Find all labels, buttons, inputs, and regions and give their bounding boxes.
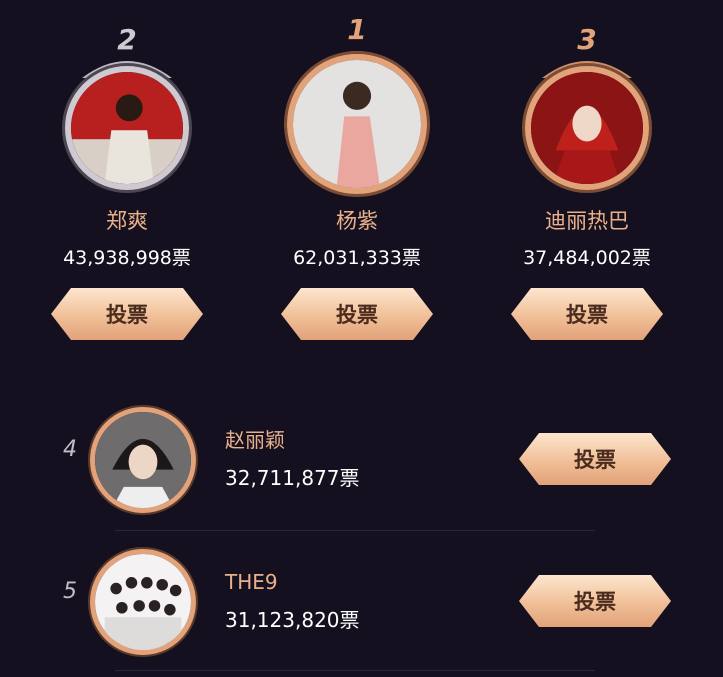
candidate-name: 赵丽颖 xyxy=(225,428,285,452)
row-divider xyxy=(115,530,595,531)
vote-count: 43,938,998票 xyxy=(63,247,191,269)
avatar[interactable] xyxy=(287,54,427,194)
avatar-photo xyxy=(293,60,421,188)
avatar[interactable] xyxy=(90,549,196,655)
candidate-name: 迪丽热巴 xyxy=(545,209,629,233)
ranking-row-5: 5 THE9 31,123,820票 投票 xyxy=(0,537,723,667)
rank-1-card: 1 杨紫 62,031,333票 投票 xyxy=(257,0,457,360)
avatar-photo xyxy=(71,72,183,184)
candidate-name: 杨紫 xyxy=(336,209,378,233)
vote-button[interactable]: 投票 xyxy=(51,288,203,340)
vote-button[interactable]: 投票 xyxy=(519,575,671,627)
rank-number: 5 xyxy=(63,579,77,604)
rank-2-card: 2 郑爽 43,938,998票 投票 xyxy=(27,0,227,360)
ranking-row-4: 4 赵丽颖 32,711,877票 投票 xyxy=(0,395,723,525)
vote-count: 62,031,333票 xyxy=(293,247,421,269)
avatar-photo xyxy=(531,72,643,184)
vote-button[interactable]: 投票 xyxy=(519,433,671,485)
top-three-podium: 2 郑爽 43,938,998票 投票 1 杨紫 62,031,333票 投票 … xyxy=(0,0,723,360)
rank-3-card: 3 迪丽热巴 37,484,002票 投票 xyxy=(487,0,687,360)
vote-count: 31,123,820票 xyxy=(225,608,360,632)
avatar-photo xyxy=(95,412,191,508)
vote-count: 37,484,002票 xyxy=(523,247,651,269)
vote-button[interactable]: 投票 xyxy=(511,288,663,340)
avatar[interactable] xyxy=(90,407,196,513)
candidate-name: THE9 xyxy=(225,570,278,594)
avatar[interactable] xyxy=(525,66,649,190)
candidate-name: 郑爽 xyxy=(106,209,148,233)
vote-button[interactable]: 投票 xyxy=(281,288,433,340)
avatar-photo xyxy=(95,554,191,650)
rank-number: 4 xyxy=(63,437,77,462)
row-divider xyxy=(115,670,595,671)
vote-count: 32,711,877票 xyxy=(225,466,360,490)
avatar[interactable] xyxy=(65,66,189,190)
